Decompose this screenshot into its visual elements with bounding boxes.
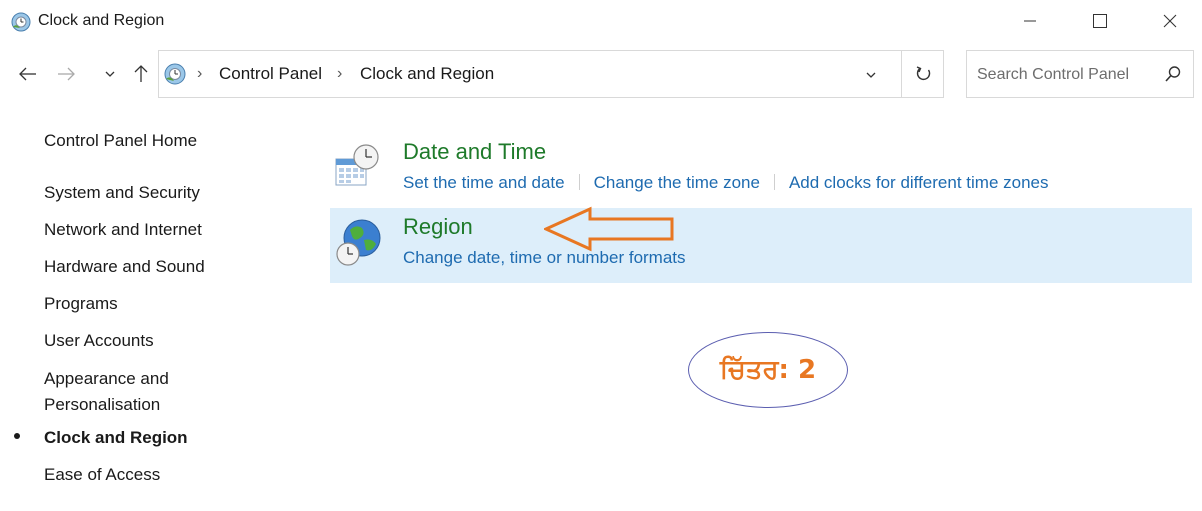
chevron-down-icon [105, 71, 115, 77]
link-divider [773, 174, 775, 190]
search-input[interactable] [977, 63, 1147, 87]
sidebar-item-programs[interactable]: Programs [44, 291, 118, 317]
sidebar-item-clock-and-region: Clock and Region [44, 428, 188, 447]
maximize-icon [1093, 14, 1107, 28]
back-button[interactable] [12, 60, 44, 88]
close-button[interactable] [1142, 0, 1198, 42]
back-arrow-icon [19, 67, 36, 81]
add-clocks-link[interactable]: Add clocks for different time zones [789, 173, 1049, 192]
chevron-down-icon [866, 72, 876, 78]
sidebar-item-appearance-and-personalisation[interactable]: Appearance and Personalisation [44, 366, 169, 418]
sidebar-item-network-and-internet[interactable]: Network and Internet [44, 217, 202, 243]
current-item-bullet [14, 433, 20, 439]
minimize-button[interactable] [1002, 0, 1058, 42]
breadcrumb-control-panel[interactable]: Control Panel [219, 64, 322, 84]
minimize-icon [1024, 20, 1036, 22]
sidebar-item-user-accounts[interactable]: User Accounts [44, 328, 154, 354]
forward-button[interactable] [50, 60, 82, 88]
date-and-time-links: Set the time and date Change the time zon… [403, 173, 1049, 193]
address-bar[interactable]: › Control Panel › Clock and Region [158, 50, 944, 98]
region-globe-icon [332, 216, 384, 268]
date-and-time-title[interactable]: Date and Time [403, 139, 546, 165]
close-icon [1163, 14, 1177, 28]
sidebar-item-hardware-and-sound[interactable]: Hardware and Sound [44, 254, 205, 280]
recent-locations-button[interactable] [100, 60, 120, 88]
sidebar-item-control-panel-home[interactable]: Control Panel Home [44, 128, 197, 154]
control-panel-clock-icon [10, 11, 32, 33]
up-button[interactable] [128, 60, 154, 88]
refresh-button[interactable] [901, 51, 945, 97]
breadcrumb-separator: › [197, 65, 203, 82]
region-title[interactable]: Region [403, 214, 473, 240]
control-panel-icon [163, 62, 187, 86]
sidebar-item-ease-of-access[interactable]: Ease of Access [44, 462, 160, 488]
title-bar: Clock and Region [0, 0, 1202, 42]
forward-arrow-icon [58, 67, 75, 81]
window-title: Clock and Region [38, 12, 165, 29]
address-dropdown-button[interactable] [861, 67, 881, 83]
annotation-label: ਚਿੱਤਰ: 2 [719, 354, 817, 385]
refresh-icon [916, 66, 930, 80]
category-date-and-time: Date and Time Set the time and date Chang… [330, 133, 1192, 208]
annotation-label-ellipse: ਚਿੱਤਰ: 2 [688, 332, 848, 408]
up-arrow-icon [134, 65, 148, 82]
breadcrumb-separator: › [337, 65, 343, 82]
search-box[interactable] [966, 50, 1194, 98]
annotation-arrow-icon [544, 206, 674, 252]
breadcrumb-clock-and-region[interactable]: Clock and Region [360, 64, 494, 84]
search-icon[interactable] [1163, 64, 1183, 84]
change-time-zone-link[interactable]: Change the time zone [594, 173, 760, 192]
date-time-icon [332, 141, 384, 193]
set-time-and-date-link[interactable]: Set the time and date [403, 173, 565, 192]
link-divider [578, 174, 580, 190]
maximize-button[interactable] [1072, 0, 1128, 42]
category-region[interactable]: Region Change date, time or number forma… [330, 208, 1192, 283]
sidebar-item-system-and-security[interactable]: System and Security [44, 180, 200, 206]
